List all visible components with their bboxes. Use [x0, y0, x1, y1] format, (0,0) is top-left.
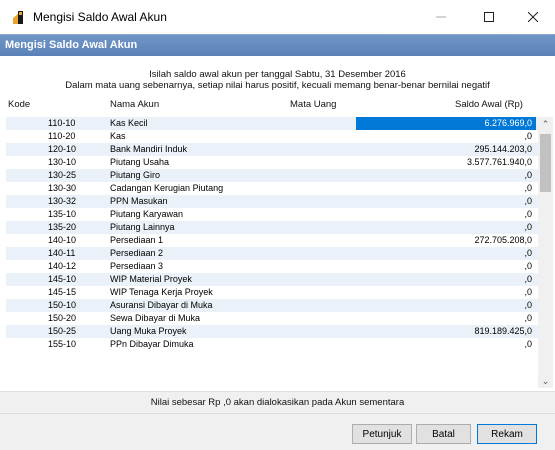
table-row[interactable]: 140-10 Persediaan 1 272.705.208,0 [6, 234, 538, 247]
table-row[interactable]: 145-10 WIP Material Proyek ,0 [6, 273, 538, 286]
cell-kode: 110-10 [48, 118, 76, 128]
table-row[interactable]: 145-15 WIP Tenaga Kerja Proyek ,0 [6, 286, 538, 299]
petunjuk-button[interactable]: Petunjuk [352, 424, 412, 444]
cell-nama-akun: Bank Mandiri Induk [110, 144, 188, 154]
allocation-note: Nilai sebesar Rp ,0 akan dialokasikan pa… [0, 391, 555, 413]
cell-kode: 120-10 [48, 144, 77, 154]
minimize-icon [436, 16, 446, 18]
table-row[interactable]: 150-10 Asuransi Dibayar di Muka ,0 [6, 299, 538, 312]
cell-nama-akun: Kas [110, 131, 126, 141]
table-row[interactable]: 150-20 Sewa Dibayar di Muka ,0 [6, 312, 538, 325]
cell-nama-akun: PPN Masukan [110, 196, 168, 206]
cell-nama-akun: Asuransi Dibayar di Muka [110, 300, 213, 310]
cell-nama-akun: Persediaan 3 [110, 261, 164, 271]
column-header-kode[interactable]: Kode [8, 99, 30, 110]
cell-nama-akun: Persediaan 1 [110, 235, 164, 245]
cell-saldo-input[interactable]: ,0 [356, 312, 536, 325]
table-row[interactable]: 150-25 Uang Muka Proyek 819.189.425,0 [6, 325, 538, 338]
cell-saldo-input[interactable]: ,0 [356, 260, 536, 273]
table-row[interactable]: 135-10 Piutang Karyawan ,0 [6, 208, 538, 221]
rekam-button[interactable]: Rekam [477, 424, 537, 444]
cell-saldo-input[interactable]: ,0 [356, 221, 536, 234]
cell-saldo-input[interactable]: ,0 [356, 273, 536, 286]
vertical-scrollbar[interactable]: ⌃ ⌄ [538, 117, 553, 388]
column-header-mata-uang[interactable]: Mata Uang [290, 99, 336, 110]
app-icon [13, 11, 23, 24]
table-row[interactable]: 130-32 PPN Masukan ,0 [6, 195, 538, 208]
cell-saldo-input[interactable]: ,0 [356, 247, 536, 260]
cell-saldo-input[interactable]: ,0 [356, 169, 536, 182]
cell-kode: 150-25 [48, 326, 77, 336]
cell-saldo-input[interactable]: ,0 [356, 299, 536, 312]
close-button[interactable] [510, 0, 555, 34]
cell-saldo-input[interactable]: ,0 [356, 195, 536, 208]
table-row[interactable]: 130-10 Piutang Usaha 3.577.761.940,0 [6, 156, 538, 169]
cell-nama-akun: Piutang Giro [110, 170, 161, 180]
cell-nama-akun: PPn Dibayar Dimuka [110, 339, 194, 349]
cell-kode: 155-10 [48, 339, 77, 349]
button-bar: Petunjuk Batal Rekam [0, 413, 555, 450]
cell-nama-akun: WIP Tenaga Kerja Proyek [110, 287, 213, 297]
cell-nama-akun: Piutang Lainnya [110, 222, 175, 232]
cell-kode: 130-25 [48, 170, 77, 180]
table-row[interactable]: 140-11 Persediaan 2 ,0 [6, 247, 538, 260]
column-header-saldo-awal[interactable]: Saldo Awal (Rp) [455, 99, 523, 110]
header-band: Mengisi Saldo Awal Akun [0, 34, 555, 56]
cell-kode: 130-32 [48, 196, 77, 206]
cell-nama-akun: Piutang Usaha [110, 157, 170, 167]
minimize-button[interactable] [418, 0, 464, 34]
cell-saldo-input[interactable]: ,0 [356, 286, 536, 299]
header-title: Mengisi Saldo Awal Akun [5, 39, 138, 51]
cell-kode: 140-12 [48, 261, 77, 271]
cell-kode: 145-10 [48, 274, 77, 284]
cell-kode: 135-20 [48, 222, 77, 232]
column-header-nama-akun[interactable]: Nama Akun [110, 99, 159, 110]
batal-button[interactable]: Batal [416, 424, 471, 444]
cell-kode: 150-20 [48, 313, 77, 323]
cell-kode: 130-30 [48, 183, 77, 193]
chevron-up-icon[interactable]: ⌃ [538, 117, 553, 131]
cell-nama-akun: Sewa Dibayar di Muka [110, 313, 201, 323]
cell-kode: 150-10 [48, 300, 77, 310]
cell-saldo-input[interactable]: 3.577.761.940,0 [356, 156, 536, 169]
cell-saldo-input[interactable]: 819.189.425,0 [356, 325, 536, 338]
chevron-down-icon[interactable]: ⌄ [538, 374, 553, 388]
cell-saldo-input[interactable]: ,0 [356, 208, 536, 221]
scrollbar-thumb[interactable] [540, 134, 551, 192]
table-row[interactable]: 135-20 Piutang Lainnya ,0 [6, 221, 538, 234]
cell-nama-akun: Persediaan 2 [110, 248, 164, 258]
table-row[interactable]: 155-10 PPn Dibayar Dimuka ,0 [6, 338, 538, 351]
cell-nama-akun: WIP Material Proyek [110, 274, 192, 284]
cell-saldo-input[interactable]: ,0 [356, 130, 536, 143]
instruction-line-1: Isilah saldo awal akun per tanggal Sabtu… [149, 69, 406, 80]
table-row[interactable]: 110-20 Kas ,0 [6, 130, 538, 143]
close-icon [528, 12, 538, 22]
cell-kode: 140-11 [48, 248, 76, 258]
table-row[interactable]: 120-10 Bank Mandiri Induk 295.144.203,0 [6, 143, 538, 156]
cell-nama-akun: Piutang Karyawan [110, 209, 184, 219]
maximize-icon [484, 12, 494, 22]
cell-kode: 130-10 [48, 157, 77, 167]
account-table: 110-10 Kas Kecil 6.276.969,0 110-20 Kas … [6, 112, 538, 388]
cell-kode: 145-15 [48, 287, 77, 297]
maximize-button[interactable] [466, 0, 512, 34]
table-row[interactable]: 130-30 Cadangan Kerugian Piutang ,0 [6, 182, 538, 195]
title-bar: Mengisi Saldo Awal Akun [0, 0, 555, 34]
table-row[interactable]: 110-10 Kas Kecil 6.276.969,0 [6, 117, 538, 130]
cell-kode: 140-10 [48, 235, 77, 245]
cell-saldo-input[interactable]: ,0 [356, 338, 536, 351]
cell-nama-akun: Cadangan Kerugian Piutang [110, 183, 224, 193]
cell-kode: 110-20 [48, 131, 76, 141]
cell-saldo-input[interactable]: 272.705.208,0 [356, 234, 536, 247]
instruction-line-2: Dalam mata uang sebenarnya, setiap nilai… [65, 80, 490, 91]
cell-kode: 135-10 [48, 209, 77, 219]
cell-nama-akun: Kas Kecil [110, 118, 148, 128]
window-title: Mengisi Saldo Awal Akun [33, 10, 167, 24]
cell-nama-akun: Uang Muka Proyek [110, 326, 187, 336]
cell-saldo-input[interactable]: 6.276.969,0 [356, 117, 536, 130]
table-row[interactable]: 130-25 Piutang Giro ,0 [6, 169, 538, 182]
cell-saldo-input[interactable]: ,0 [356, 182, 536, 195]
cell-saldo-input[interactable]: 295.144.203,0 [356, 143, 536, 156]
table-row[interactable]: 140-12 Persediaan 3 ,0 [6, 260, 538, 273]
